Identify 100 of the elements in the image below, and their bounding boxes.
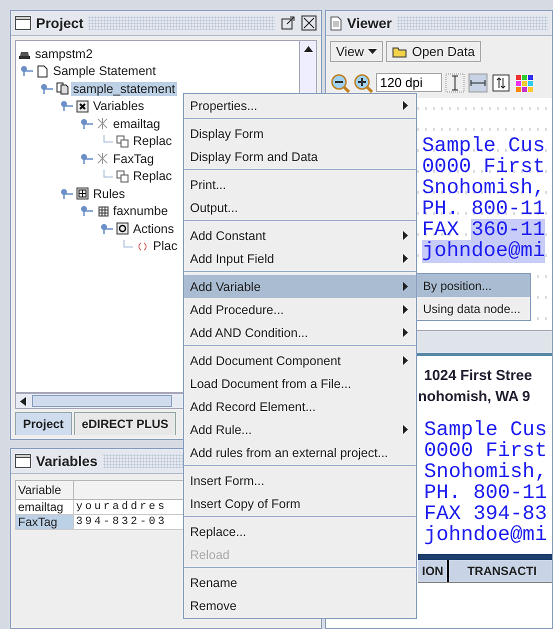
menu-item[interactable]: Add Variable — [184, 275, 416, 298]
submenu-arrow-icon — [403, 101, 408, 110]
menu-item[interactable]: Add rules from an external project... — [184, 441, 416, 464]
submenu-arrow-icon — [403, 254, 408, 263]
expand-handle-icon[interactable] — [60, 188, 74, 200]
menu-item[interactable]: Add AND Condition... — [184, 321, 416, 344]
document-text-line: Snohomish, — [424, 462, 548, 483]
submenu-arrow-icon — [403, 425, 408, 434]
document-text-line: FAX 360-11 — [422, 220, 546, 241]
menu-item[interactable]: Rename — [184, 571, 416, 594]
tree-item[interactable]: Actions — [131, 222, 176, 236]
caret-icon — [368, 49, 377, 54]
document-heading-line: nohomish, WA 9 — [418, 388, 532, 407]
tree-item[interactable]: Replac — [131, 169, 174, 184]
table-cell[interactable]: FaxTag — [16, 514, 74, 530]
variable-icon — [96, 152, 109, 166]
tree-item[interactable]: Rules — [91, 186, 127, 201]
view-dropdown[interactable]: View — [330, 41, 383, 62]
tree-item[interactable]: emailtag — [111, 116, 162, 131]
table-header-cell-text: TRANSACTI — [466, 563, 538, 580]
variables-icon — [76, 100, 89, 113]
menu-item[interactable]: Display Form — [184, 122, 416, 145]
fit-icon[interactable] — [491, 72, 511, 92]
expand-handle-icon[interactable] — [80, 118, 94, 130]
zoom-out-icon[interactable] — [330, 72, 350, 92]
scroll-thumb[interactable] — [32, 395, 172, 407]
replace-icon — [116, 134, 129, 148]
panel-tab[interactable]: Project — [15, 412, 72, 435]
table-cell[interactable]: emailtag — [16, 500, 74, 514]
submenu-arrow-icon — [403, 356, 408, 365]
menu-item[interactable]: Add Procedure... — [184, 298, 416, 321]
tree-item[interactable]: Replac — [131, 134, 174, 148]
submenu-arrow-icon — [403, 231, 408, 240]
placeholder-icon — [136, 240, 149, 253]
document-text-line: PH. 800-11 — [424, 483, 548, 504]
open-data-button[interactable]: Open Data — [386, 41, 481, 62]
document-icon — [36, 64, 49, 78]
submenu-arrow-icon — [403, 328, 408, 337]
menu-item[interactable]: Remove — [184, 594, 416, 617]
menu-item[interactable]: Using data node... — [417, 297, 530, 320]
tree-item[interactable]: FaxTag — [111, 152, 156, 166]
document-text-line: 0000 First — [422, 157, 546, 178]
form-icon — [56, 82, 69, 96]
expand-handle-icon[interactable] — [80, 205, 94, 218]
document-text-line: Sample Cus — [422, 136, 546, 157]
menu-item[interactable]: Add Constant — [184, 224, 416, 247]
document-text-line: Sample Cus — [424, 420, 548, 441]
document-text-line: Snohomish, — [422, 178, 546, 199]
panel-title: Viewer — [347, 15, 392, 31]
panel-tab[interactable]: eDIRECT PLUS — [74, 412, 176, 435]
table-cell: youraddres — [74, 500, 184, 514]
replace-icon — [116, 170, 129, 183]
maximize-icon[interactable] — [280, 15, 296, 31]
submenu-arrow-icon — [403, 305, 408, 314]
menu-item[interactable]: Add Input Field — [184, 247, 416, 270]
window-icon — [15, 16, 31, 30]
rule-icon — [96, 204, 109, 218]
document-text-line: FAX 394-83 — [424, 504, 548, 525]
tree-item[interactable]: sampstm2 — [33, 46, 95, 61]
dpi-field[interactable]: 120 dpi — [376, 73, 442, 92]
menu-item[interactable]: Insert Form... — [184, 469, 416, 492]
folder-icon — [392, 46, 408, 58]
menu-item[interactable]: Add Document Component — [184, 349, 416, 372]
tree-item[interactable]: faxnumbe — [111, 204, 170, 218]
menu-item[interactable]: Output... — [184, 196, 416, 219]
expand-handle-icon[interactable] — [60, 100, 74, 112]
tree-item[interactable]: Plac — [151, 239, 180, 254]
tree-item[interactable]: sample_statement — [71, 82, 178, 96]
menu-item[interactable]: Add Rule... — [184, 418, 416, 441]
document-text-line: PH. 800-11 — [422, 199, 546, 220]
submenu-arrow-icon — [403, 282, 408, 291]
expand-handle-icon[interactable] — [40, 82, 54, 95]
expand-handle-icon[interactable] — [100, 222, 114, 235]
menu-item[interactable]: Insert Copy of Form — [184, 492, 416, 515]
vertical-ruler-icon[interactable] — [445, 72, 465, 92]
menu-item[interactable]: Display Form and Data — [184, 145, 416, 168]
window-icon — [15, 454, 31, 468]
tree-item[interactable]: Sample Statement — [51, 64, 158, 78]
menu-item[interactable]: Load Document from a File... — [184, 372, 416, 395]
document-text-line: johndoe@mi — [424, 525, 548, 546]
menu-item[interactable]: By position... — [417, 274, 530, 297]
tree-item[interactable]: Variables — [91, 99, 146, 114]
rules-icon — [76, 187, 89, 200]
column-header: Variable — [16, 480, 74, 500]
palette-icon[interactable] — [514, 72, 534, 92]
expand-handle-icon[interactable] — [80, 152, 94, 165]
expand-handle-icon[interactable] — [20, 65, 34, 78]
close-icon[interactable] — [301, 15, 317, 31]
menu-item[interactable]: Properties... — [184, 94, 416, 117]
panel-title: Variables — [36, 453, 98, 469]
document-heading-line: 1024 First Stree — [423, 367, 534, 386]
menu-item[interactable]: Replace... — [184, 520, 416, 543]
menu-item[interactable]: Print... — [184, 173, 416, 196]
scroll-up-icon[interactable] — [304, 46, 312, 52]
document-icon — [330, 16, 342, 30]
horizontal-ruler-icon[interactable] — [468, 72, 488, 92]
scroll-left-icon[interactable] — [20, 396, 26, 406]
table-cell: 394-832-03 — [74, 514, 184, 530]
actions-icon — [116, 222, 129, 236]
menu-item[interactable]: Add Record Element... — [184, 395, 416, 418]
